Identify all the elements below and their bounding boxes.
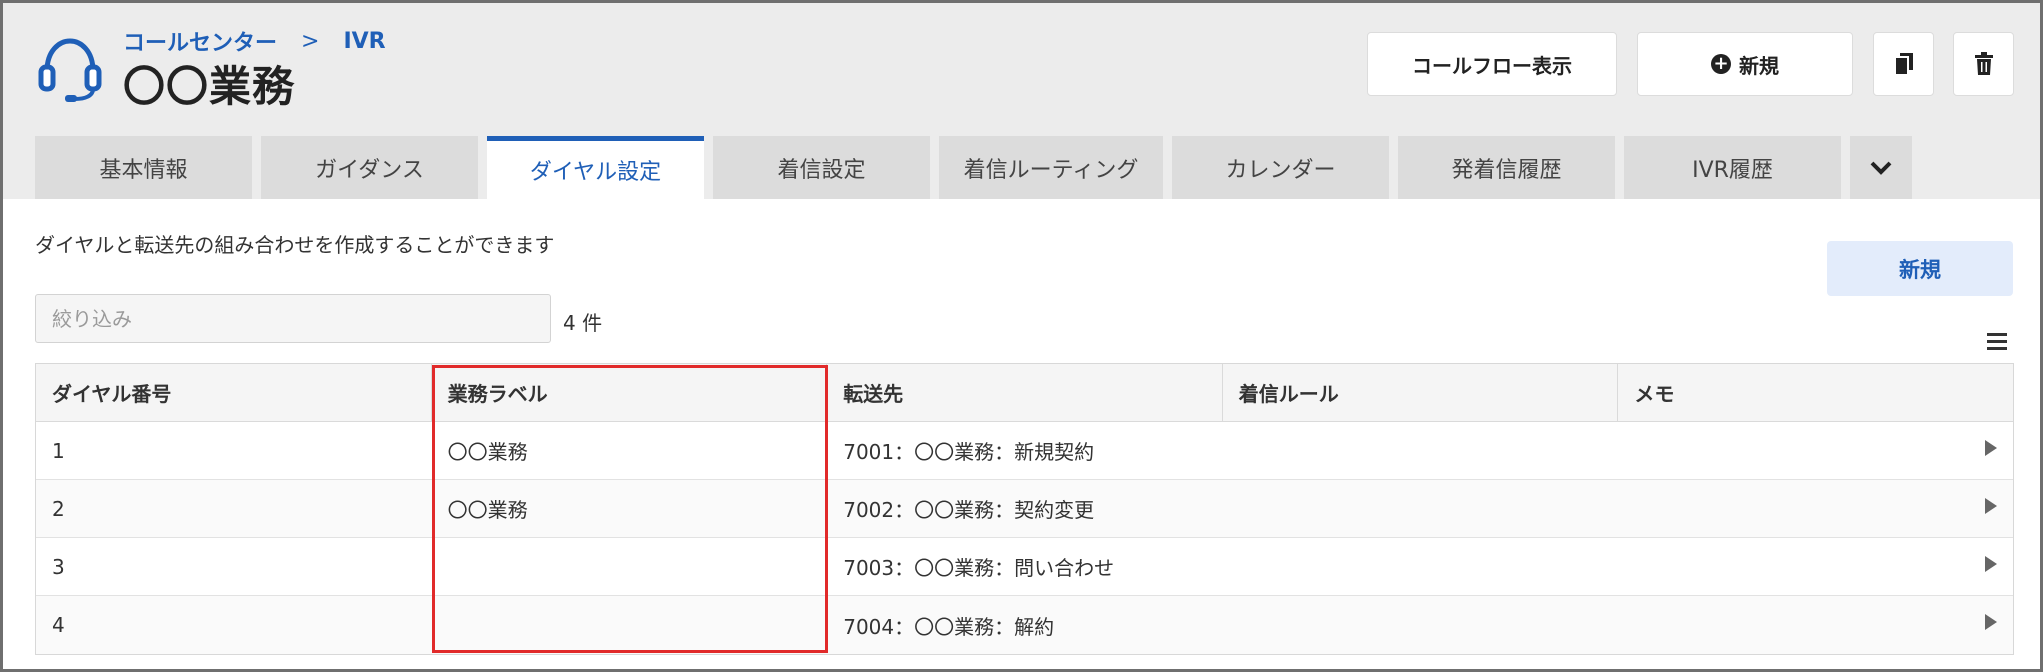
- cell-destination: 7003：〇〇業務：問い合わせ: [843, 556, 1115, 580]
- chevron-down-icon: [1870, 161, 1892, 175]
- call-flow-button-label: コールフロー表示: [1412, 53, 1572, 78]
- cell-destination: 7004：〇〇業務：解約: [843, 614, 1055, 639]
- cell-dial: 2: [52, 496, 65, 521]
- cell-destination: 7002：〇〇業務：契約変更: [843, 498, 1095, 522]
- tab-calendar[interactable]: カレンダー: [1172, 136, 1389, 199]
- delete-button[interactable]: [1953, 32, 2014, 96]
- tab-incoming-settings[interactable]: 着信設定: [713, 136, 930, 199]
- header-new-button-label: 新規: [1739, 53, 1779, 78]
- table-row[interactable]: 2 〇〇業務 7002：〇〇業務：契約変更: [36, 480, 2013, 538]
- breadcrumb-separator: >: [301, 28, 320, 54]
- column-header-incoming-rule[interactable]: 着信ルール: [1223, 364, 1619, 421]
- cell-label: 〇〇業務: [447, 440, 528, 464]
- tab-basic-info[interactable]: 基本情報: [35, 136, 252, 199]
- row-arrow-icon[interactable]: [1985, 614, 1997, 630]
- call-flow-button[interactable]: コールフロー表示: [1367, 32, 1617, 96]
- new-dial-button[interactable]: 新規: [1827, 241, 2013, 296]
- column-header-destination[interactable]: 転送先: [827, 364, 1223, 421]
- cell-label: [432, 596, 828, 654]
- column-header-memo[interactable]: メモ: [1618, 364, 2013, 421]
- dial-table: ダイヤル番号 業務ラベル 転送先 着信ルール メモ 1 〇〇業務 7001：〇〇…: [35, 363, 2014, 655]
- copy-icon: [1893, 53, 1913, 76]
- cell-label: [432, 538, 828, 595]
- tab-incoming-routing[interactable]: 着信ルーティング: [939, 136, 1163, 199]
- headset-icon: [38, 38, 102, 102]
- copy-button[interactable]: [1873, 32, 1934, 96]
- menu-icon[interactable]: [1987, 333, 2007, 351]
- filter-input[interactable]: [35, 294, 551, 343]
- header-new-button[interactable]: + 新規: [1637, 32, 1853, 96]
- tab-guidance[interactable]: ガイダンス: [261, 136, 478, 199]
- cell-dial: 1: [52, 438, 65, 463]
- cell-dial: 3: [52, 554, 65, 579]
- result-count: 4 件: [563, 311, 603, 335]
- tab-ivr-history[interactable]: IVR履歴: [1624, 136, 1841, 199]
- tab-bar: 基本情報 ガイダンス ダイヤル設定 着信設定 着信ルーティング カレンダー 発着…: [35, 136, 1921, 199]
- description-text: ダイヤルと転送先の組み合わせを作成することができます: [35, 233, 555, 257]
- tab-more-button[interactable]: [1850, 136, 1912, 199]
- breadcrumb-current-link[interactable]: IVR: [343, 29, 385, 54]
- cell-dial: 4: [52, 613, 65, 637]
- app-window: コールセンター > IVR 〇〇業務 コールフロー表示 + 新規 基本情報 ガイ…: [0, 0, 2043, 672]
- plus-circle-icon: +: [1711, 54, 1731, 74]
- column-header-label[interactable]: 業務ラベル: [432, 364, 828, 421]
- row-arrow-icon[interactable]: [1985, 556, 1997, 572]
- page-title: 〇〇業務: [123, 62, 296, 111]
- cell-label: 〇〇業務: [447, 498, 528, 522]
- cell-destination: 7001：〇〇業務：新規契約: [843, 440, 1095, 464]
- row-arrow-icon[interactable]: [1985, 440, 1997, 456]
- table-row[interactable]: 1 〇〇業務 7001：〇〇業務：新規契約: [36, 422, 2013, 480]
- column-header-dial[interactable]: ダイヤル番号: [36, 364, 432, 421]
- tab-call-history[interactable]: 発着信履歴: [1398, 136, 1615, 199]
- table-row[interactable]: 4 7004：〇〇業務：解約: [36, 596, 2013, 654]
- table-row[interactable]: 3 7003：〇〇業務：問い合わせ: [36, 538, 2013, 596]
- table-header: ダイヤル番号 業務ラベル 転送先 着信ルール メモ: [36, 364, 2013, 422]
- header: コールセンター > IVR 〇〇業務 コールフロー表示 + 新規 基本情報 ガイ…: [3, 3, 2040, 199]
- tab-dial-settings[interactable]: ダイヤル設定: [487, 136, 704, 199]
- row-arrow-icon[interactable]: [1985, 498, 1997, 514]
- trash-icon: [1974, 52, 1993, 75]
